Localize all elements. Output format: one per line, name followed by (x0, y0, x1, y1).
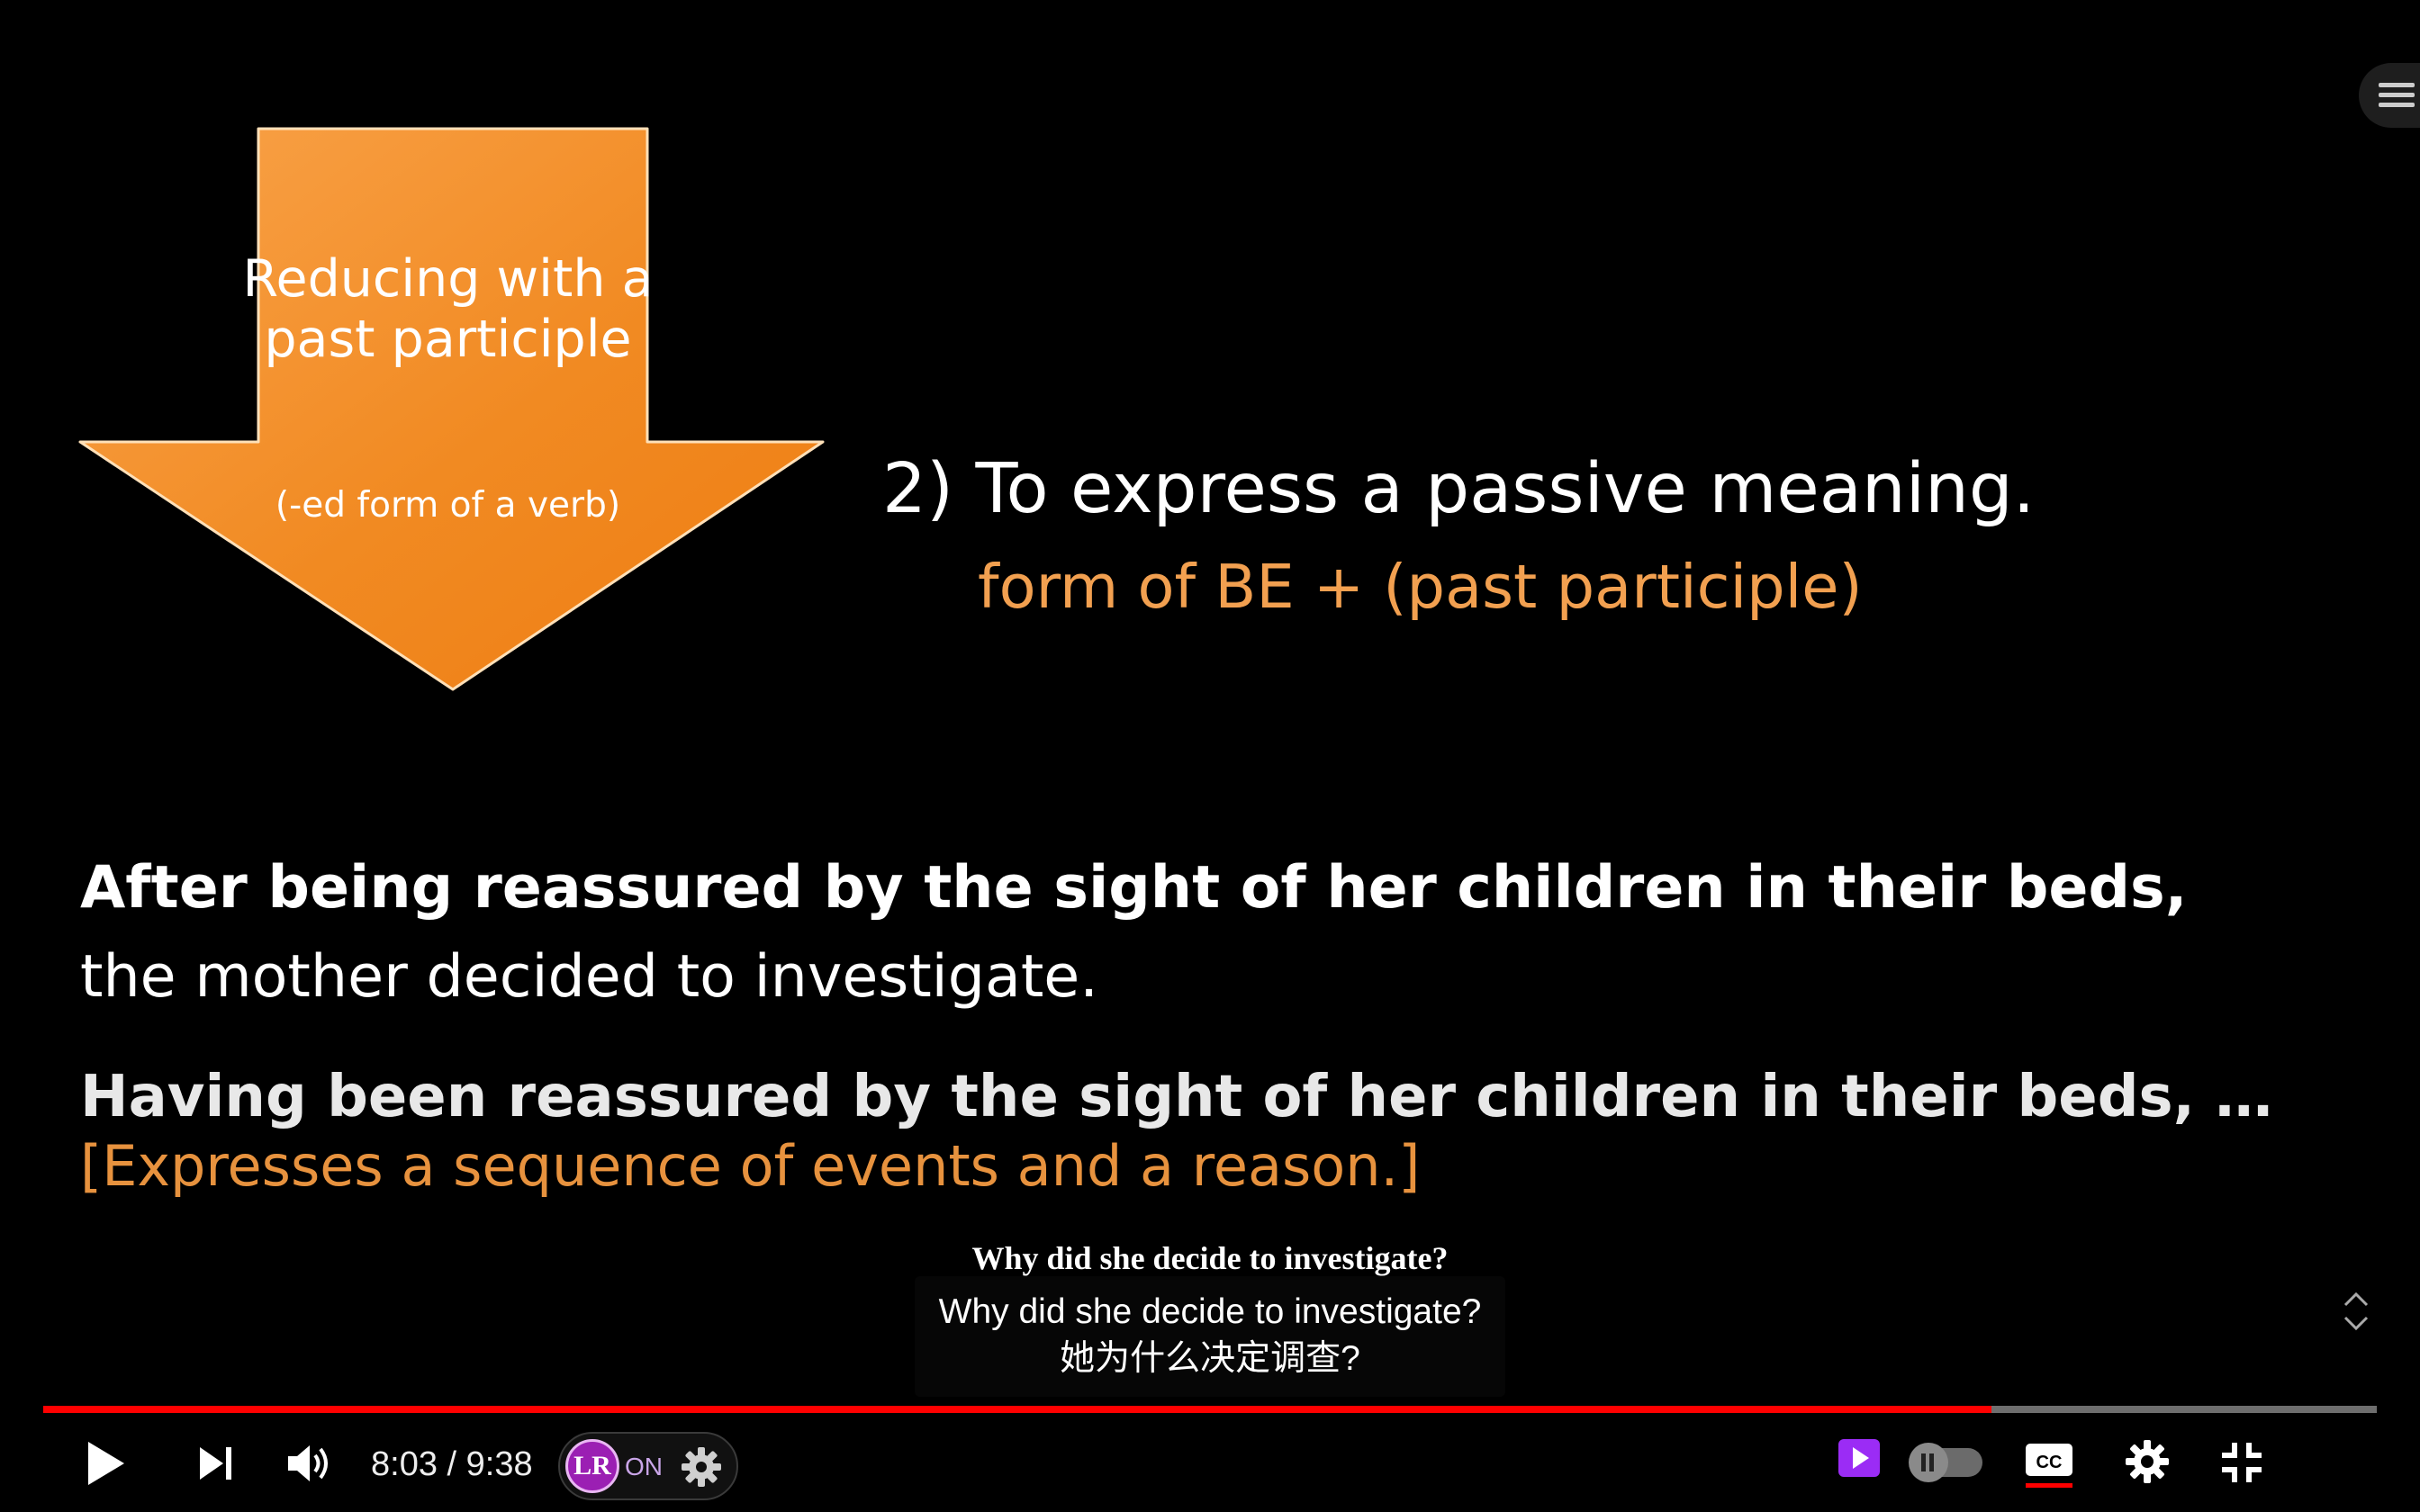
grammar-formula: form of BE + (past participle) (978, 552, 1863, 622)
caption-window[interactable]: Why did she decide to investigate? 她为什么决… (915, 1276, 1505, 1397)
time-display: 8:03 / 9:38 (371, 1442, 533, 1487)
slide-point-title: 2) To express a passive meaning. (882, 449, 2036, 529)
next-icon[interactable] (196, 1444, 236, 1483)
current-time: 8:03 (371, 1445, 438, 1483)
extension-logo[interactable]: LR (565, 1439, 619, 1493)
example2-line1: Having been reassured by the sight of he… (80, 1064, 2273, 1130)
arrow-title: Reducing with a past participle (242, 249, 654, 369)
caption-chinese: 她为什么决定调查? (1060, 1339, 1360, 1378)
side-menu-button[interactable] (2359, 63, 2420, 128)
progress-played (43, 1406, 1992, 1413)
example1-line1: After being reassured by the sight of he… (80, 854, 2188, 922)
play-icon[interactable] (85, 1440, 128, 1487)
time-separator: / (447, 1445, 457, 1483)
extension-status: ON (625, 1453, 663, 1480)
pause-toggle-icon (1921, 1454, 1934, 1472)
duration: 9:38 (465, 1445, 533, 1483)
volume-icon[interactable] (286, 1442, 335, 1485)
up-down-chevron-icon[interactable] (2341, 1289, 2371, 1334)
play-square-icon[interactable] (1837, 1437, 1882, 1479)
cc-icon[interactable]: CC (2024, 1440, 2074, 1489)
svg-text:CC: CC (2036, 1453, 2063, 1472)
burned-in-subtitle: Why did she decide to investigate? (971, 1240, 1449, 1276)
example2-reason: [Expresses a sequence of events and a re… (80, 1133, 1421, 1199)
menu-icon (2379, 83, 2415, 107)
arrow-subtitle: (-ed form of a verb) (275, 485, 621, 526)
exit-fullscreen-icon[interactable] (2220, 1441, 2263, 1484)
example1-line2: the mother decided to investigate. (80, 943, 1098, 1011)
gear-icon[interactable] (681, 1446, 722, 1488)
gear-icon[interactable] (2125, 1439, 2170, 1484)
caption-english: Why did she decide to investigate? (938, 1292, 1482, 1331)
